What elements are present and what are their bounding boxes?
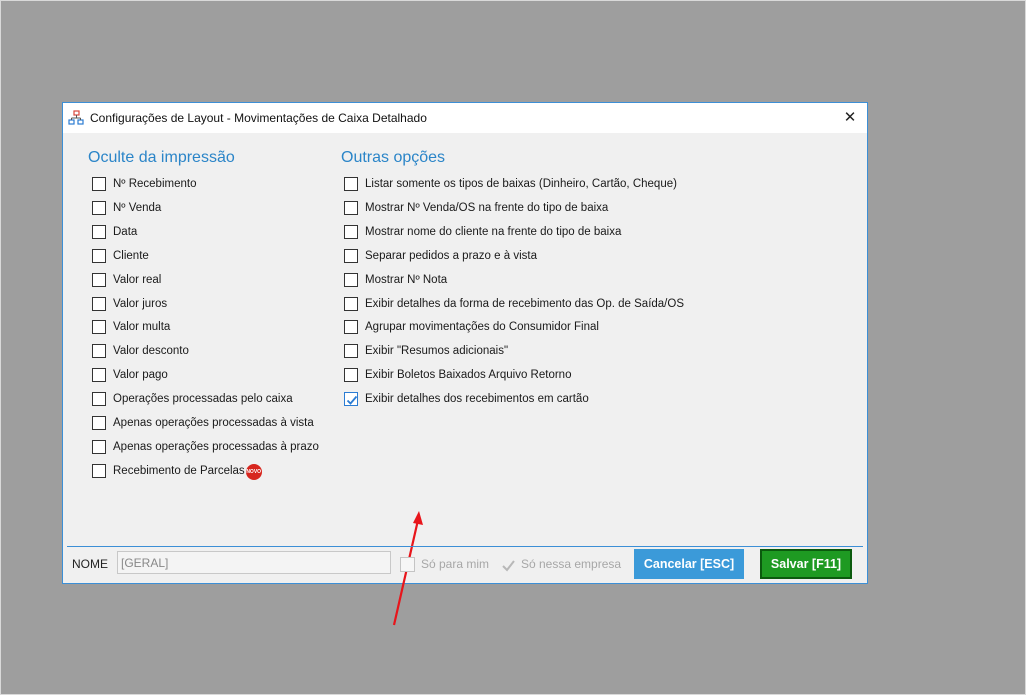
other-option-checkbox[interactable]: [344, 368, 358, 383]
hide-print-option[interactable]: Valor pago: [92, 366, 168, 384]
hide-print-checkbox[interactable]: [92, 392, 106, 407]
hide-print-label: Valor juros: [113, 297, 168, 310]
other-option-checkbox[interactable]: [344, 177, 358, 191]
hide-print-option[interactable]: Apenas operações processadas à prazo: [92, 438, 319, 456]
hide-print-label: Nº Recebimento: [113, 178, 197, 190]
layout-settings-dialog: Configurações de Layout - Movimentações …: [62, 102, 868, 626]
layout-name-input[interactable]: [117, 551, 391, 574]
other-option-checkbox[interactable]: [344, 344, 358, 359]
other-option-option[interactable]: Exibir detalhes dos recebimentos em cart…: [344, 390, 589, 408]
other-option-option[interactable]: Exibir "Resumos adicionais": [344, 342, 508, 360]
hide-print-option[interactable]: Valor desconto: [92, 342, 189, 360]
other-option-label: Exibir Boletos Baixados Arquivo Retorno: [365, 369, 572, 382]
hide-print-checkbox[interactable]: [92, 368, 106, 383]
other-option-checkbox[interactable]: [344, 224, 358, 239]
other-option-label: Exibir "Resumos adicionais": [365, 345, 509, 358]
hide-print-option[interactable]: Data: [92, 223, 137, 241]
footer-divider: [67, 546, 863, 547]
name-label: NOME: [72, 557, 108, 571]
hide-print-label: Recebimento de Parcelas: [113, 464, 245, 477]
other-option-option[interactable]: Agrupar movimentações do Consumidor Fina…: [344, 318, 599, 336]
other-option-checkbox[interactable]: [344, 272, 358, 287]
checkmark-icon: [502, 559, 515, 572]
other-option-label: Mostrar nome do cliente na frente do tip…: [365, 225, 622, 238]
hide-print-label: Operações processadas pelo caixa: [113, 393, 293, 406]
hide-print-checkbox[interactable]: [92, 224, 106, 239]
other-option-option[interactable]: Mostrar Nº Venda/OS na frente do tipo de…: [344, 199, 608, 217]
hide-print-option[interactable]: Valor juros: [92, 295, 167, 313]
layout-tree-icon: [68, 110, 84, 125]
checkmark-icon: [346, 396, 358, 405]
hide-print-label: Valor multa: [113, 321, 171, 334]
other-option-checkbox[interactable]: [344, 320, 358, 335]
only-me-label: Só para mim: [421, 557, 490, 571]
hide-print-checkbox[interactable]: [92, 416, 106, 430]
hide-print-label: Valor pago: [113, 369, 168, 382]
title-bar: Configurações de Layout - Movimentações …: [63, 103, 867, 133]
hide-print-option[interactable]: Nº Recebimento: [92, 175, 196, 193]
only-me-checkbox[interactable]: [400, 556, 415, 572]
only-company-checkbox[interactable]: [500, 557, 515, 572]
new-badge-icon: NOVO: [245, 463, 262, 480]
only-company-label: Só nessa empresa: [521, 557, 622, 571]
hide-print-checkbox[interactable]: [92, 200, 106, 215]
other-option-checkbox[interactable]: [344, 296, 358, 311]
hide-print-option[interactable]: Operações processadas pelo caixa: [92, 390, 293, 408]
other-option-label: Separar pedidos a prazo e à vista: [365, 249, 537, 262]
hide-print-checkbox[interactable]: [92, 296, 106, 311]
hide-print-option[interactable]: Valor multa: [92, 318, 170, 336]
hide-print-label: Apenas operações processadas à prazo: [113, 440, 319, 453]
hide-print-label: Valor desconto: [113, 345, 189, 358]
other-option-option[interactable]: Listar somente os tipos de baixas (Dinhe…: [344, 175, 677, 193]
other-option-checkbox[interactable]: [344, 248, 358, 263]
save-button[interactable]: Salvar [F11]: [760, 549, 852, 579]
other-option-label: Mostrar Nº Venda/OS na frente do tipo de…: [365, 201, 609, 214]
other-options-title: Outras opções: [341, 149, 446, 166]
hide-print-checkbox[interactable]: [92, 463, 106, 478]
hide-print-checkbox[interactable]: [92, 439, 106, 454]
dialog-title: Configurações de Layout - Movimentações …: [90, 111, 427, 125]
other-option-label: Exibir detalhes dos recebimentos em cart…: [365, 393, 589, 406]
close-icon: ✕: [843, 109, 857, 126]
hide-print-checkbox[interactable]: [92, 177, 106, 191]
hide-print-option[interactable]: Nº Venda: [92, 199, 161, 217]
hide-print-option[interactable]: Apenas operações processadas à vista: [92, 414, 314, 432]
other-option-label: Agrupar movimentações do Consumidor Fina…: [365, 321, 599, 334]
other-option-label: Mostrar Nº Nota: [365, 273, 448, 286]
hide-print-checkbox[interactable]: [92, 344, 106, 359]
only-company-option[interactable]: Só nessa empresa: [500, 556, 621, 572]
hide-print-label: Apenas operações processadas à vista: [113, 417, 314, 429]
hide-print-label: Valor real: [113, 273, 162, 286]
other-option-option[interactable]: Exibir detalhes da forma de recebimento …: [344, 295, 684, 313]
hide-from-print-title: Oculte da impressão: [88, 149, 235, 166]
close-button[interactable]: ✕: [839, 107, 861, 129]
only-me-option[interactable]: Só para mim: [400, 556, 489, 572]
other-option-option[interactable]: Mostrar Nº Nota: [344, 271, 447, 289]
hide-print-option[interactable]: Valor real: [92, 271, 161, 289]
hide-print-checkbox[interactable]: [92, 248, 106, 263]
other-option-label: Listar somente os tipos de baixas (Dinhe…: [365, 178, 677, 190]
other-option-label: Exibir detalhes da forma de recebimento …: [365, 297, 684, 310]
hide-print-option[interactable]: Cliente: [92, 247, 149, 265]
hide-print-label: Nº Venda: [113, 201, 162, 214]
hide-print-checkbox[interactable]: [92, 272, 106, 287]
hide-print-label: Data: [113, 225, 138, 238]
cancel-button[interactable]: Cancelar [ESC]: [634, 549, 744, 579]
other-option-option[interactable]: Exibir Boletos Baixados Arquivo Retorno: [344, 366, 571, 384]
hide-print-label: Cliente: [113, 249, 149, 262]
other-option-checkbox[interactable]: [344, 392, 358, 407]
other-option-option[interactable]: Separar pedidos a prazo e à vista: [344, 247, 537, 265]
hide-print-checkbox[interactable]: [92, 320, 106, 335]
other-option-option[interactable]: Mostrar nome do cliente na frente do tip…: [344, 223, 621, 241]
hide-print-option[interactable]: Recebimento de Parcelas NOVO: [92, 462, 262, 480]
other-option-checkbox[interactable]: [344, 200, 358, 215]
